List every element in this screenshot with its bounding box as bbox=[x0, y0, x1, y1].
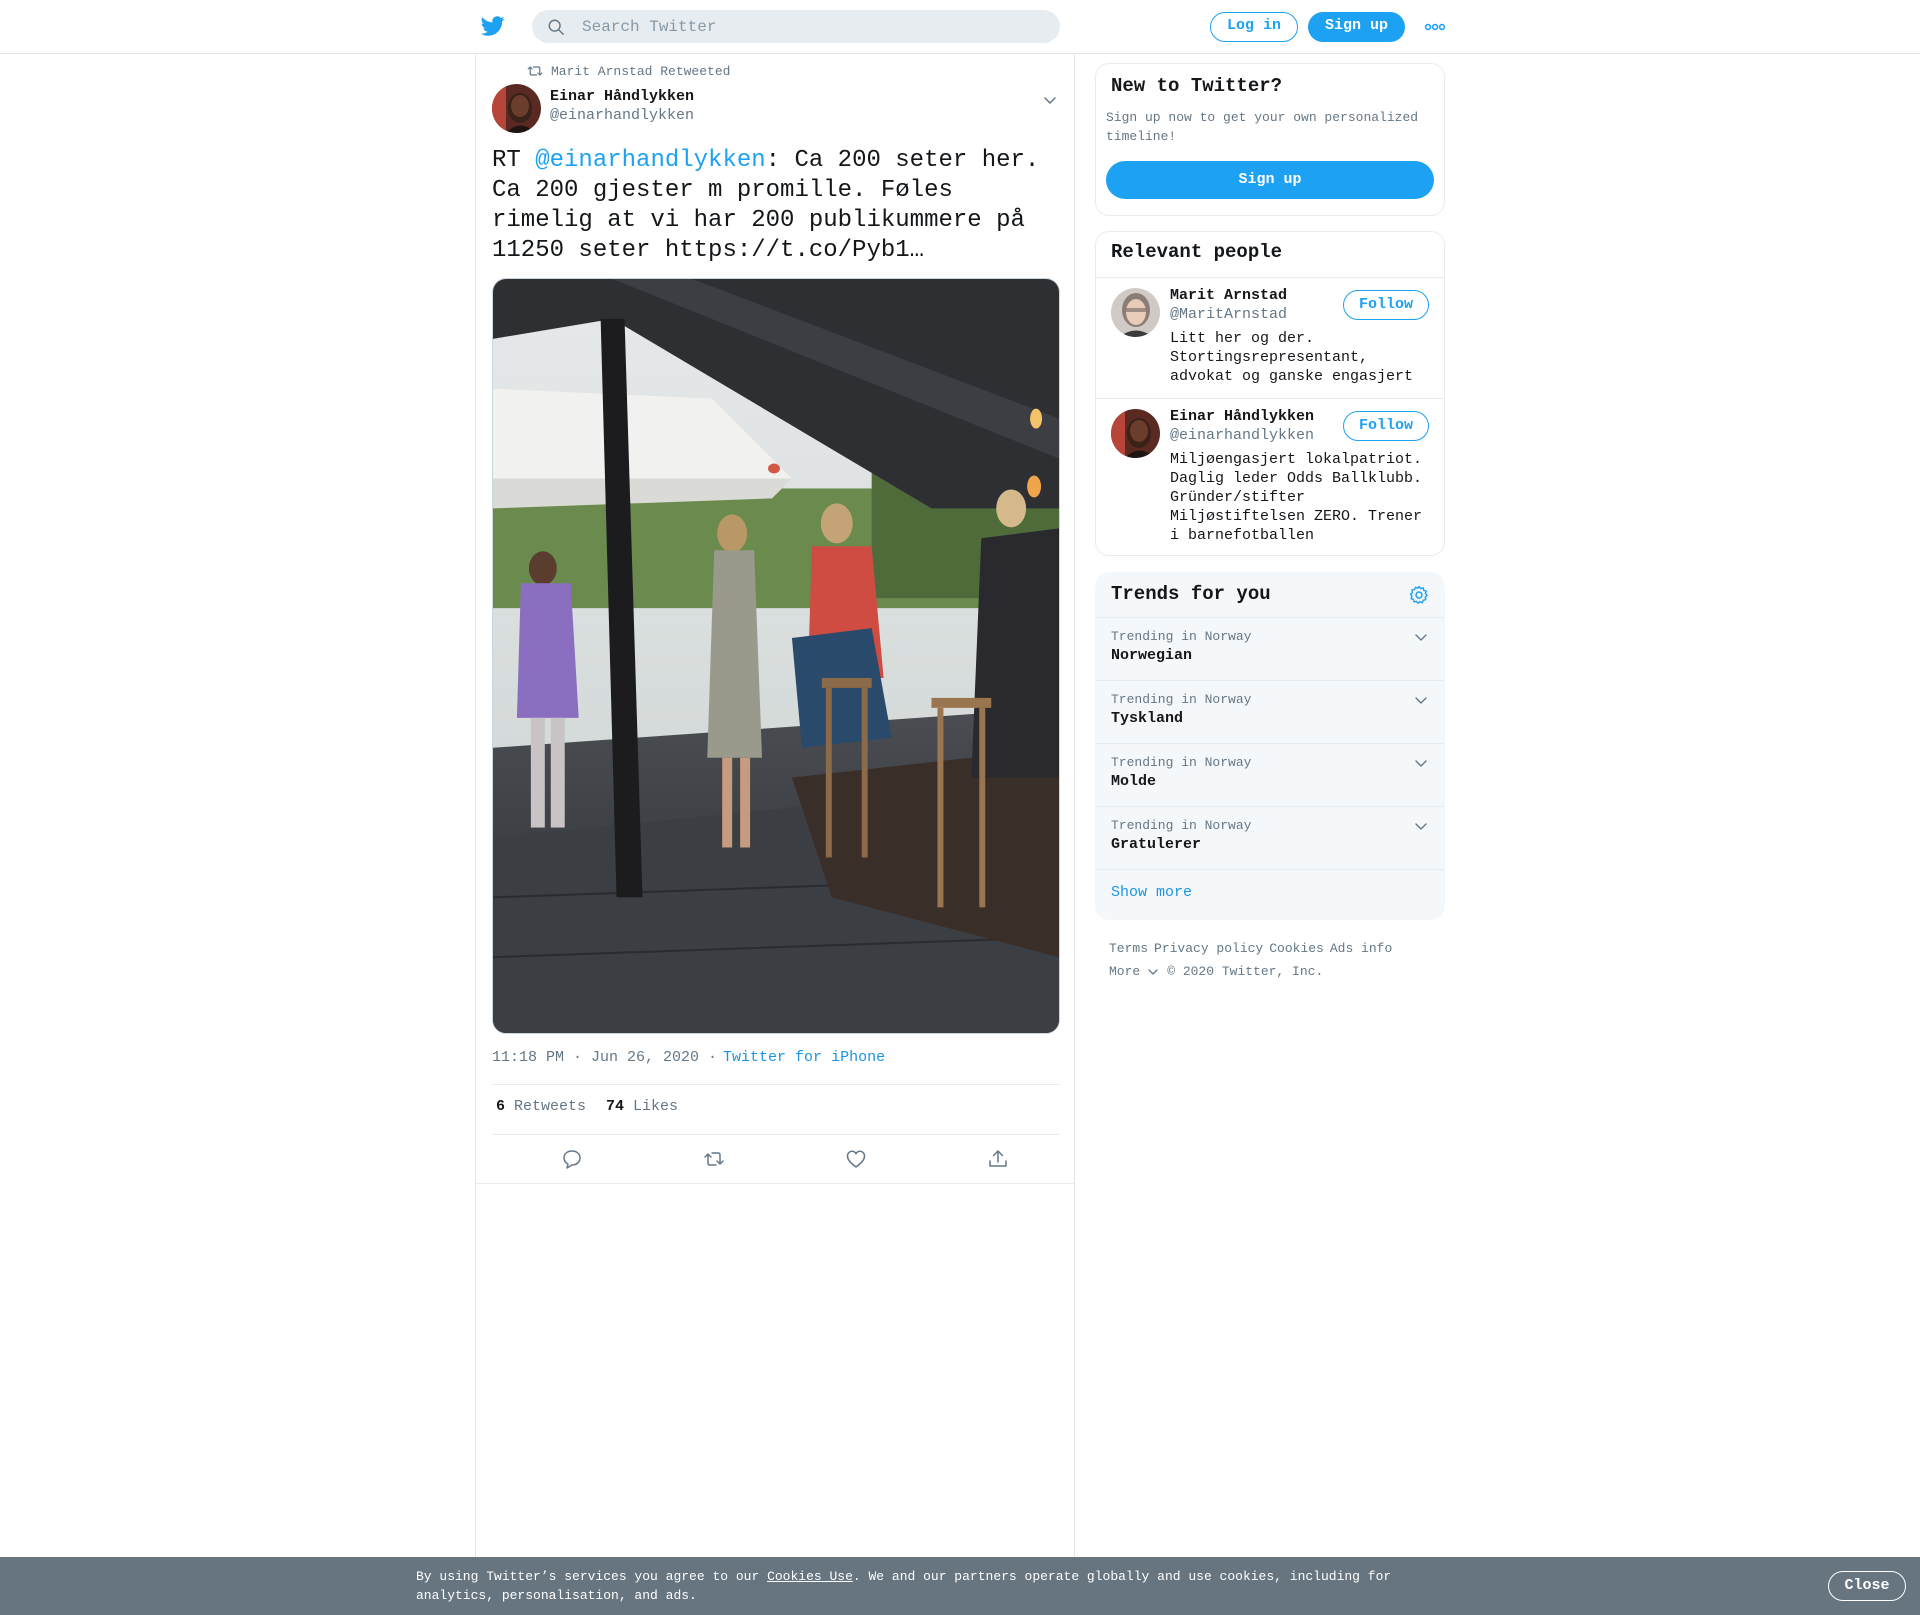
person-bio: Miljøengasjert lokalpatriot. Daglig lede… bbox=[1170, 451, 1423, 544]
cookie-text-before: By using Twitter’s services you agree to… bbox=[416, 1569, 768, 1584]
privacy-link[interactable]: Privacy policy bbox=[1154, 941, 1263, 956]
tweet-stats: 6 Retweets 74 Likes bbox=[496, 1098, 678, 1115]
search-bar[interactable] bbox=[532, 10, 1060, 43]
divider bbox=[492, 1134, 1060, 1135]
new-to-twitter-description: Sign up now to get your own personalized… bbox=[1106, 110, 1419, 144]
trend-name[interactable]: Gratulerer bbox=[1111, 836, 1201, 853]
divider bbox=[476, 1183, 1074, 1184]
footer-more-menu[interactable]: More bbox=[1109, 960, 1159, 983]
chevron-down-icon bbox=[1148, 968, 1158, 975]
copyright-text: © 2020 Twitter, Inc. bbox=[1167, 964, 1324, 979]
chevron-down-icon[interactable] bbox=[1414, 693, 1428, 707]
person-marit-arnstad[interactable]: Marit Arnstad @MaritArnstad Follow Litt … bbox=[1096, 277, 1444, 397]
trend-context: Trending in Norway bbox=[1111, 818, 1252, 833]
tweet-photo[interactable] bbox=[492, 278, 1060, 1034]
trends-header: Trends for you bbox=[1096, 573, 1444, 618]
likes-stat[interactable]: 74 Likes bbox=[606, 1098, 678, 1115]
retweets-label: Retweets bbox=[514, 1098, 587, 1115]
likes-label: Likes bbox=[633, 1098, 679, 1115]
search-input[interactable] bbox=[582, 16, 1042, 38]
search-icon bbox=[548, 19, 564, 35]
tweet-timestamp[interactable]: 11:18 PM · Jun 26, 2020 · bbox=[492, 1049, 717, 1066]
retweeted-by-label: Marit Arnstad Retweeted bbox=[551, 63, 731, 79]
new-to-twitter-title: New to Twitter? bbox=[1111, 75, 1283, 97]
trend-context: Trending in Norway bbox=[1111, 629, 1252, 644]
cookies-use-link[interactable]: Cookies Use bbox=[767, 1569, 853, 1584]
show-more-link[interactable]: Show more bbox=[1111, 884, 1192, 901]
mention-link[interactable]: @einarhandlykken bbox=[535, 147, 765, 174]
sidebar-footer: Terms Privacy policy Cookies Ads info More ©… bbox=[1109, 937, 1439, 983]
trend-name[interactable]: Tyskland bbox=[1111, 710, 1183, 727]
person-name[interactable]: Marit Arnstad bbox=[1170, 287, 1287, 304]
chevron-down-icon[interactable] bbox=[1042, 92, 1058, 108]
twitter-bird-icon[interactable] bbox=[480, 14, 506, 38]
reply-icon[interactable] bbox=[561, 1148, 583, 1170]
author-handle[interactable]: @einarhandlykken bbox=[550, 107, 694, 124]
follow-button[interactable]: Follow bbox=[1343, 411, 1429, 441]
top-navigation-bar: Log in Sign up bbox=[0, 0, 1920, 54]
person-handle[interactable]: @einarhandlykken bbox=[1170, 427, 1314, 444]
terms-link[interactable]: Terms bbox=[1109, 941, 1148, 956]
tweet-column: Marit Arnstad Retweeted Einar Håndlykken… bbox=[475, 54, 1075, 1557]
person-name[interactable]: Einar Håndlykken bbox=[1170, 408, 1314, 425]
trend-name[interactable]: Norwegian bbox=[1111, 647, 1192, 664]
retweet-context[interactable]: Marit Arnstad Retweeted bbox=[527, 63, 730, 79]
likes-count: 74 bbox=[606, 1098, 625, 1115]
cookies-link[interactable]: Cookies bbox=[1269, 941, 1324, 956]
divider bbox=[492, 1084, 1060, 1085]
trend-item[interactable]: Trending in Norway Norwegian bbox=[1096, 618, 1444, 681]
signup-button[interactable]: Sign up bbox=[1308, 12, 1405, 42]
trends-card: Trends for you Trending in Norway Norweg… bbox=[1095, 572, 1445, 920]
retweet-icon[interactable] bbox=[703, 1148, 725, 1170]
avatar[interactable] bbox=[1111, 288, 1160, 337]
chevron-down-icon[interactable] bbox=[1414, 819, 1428, 833]
new-to-twitter-card: New to Twitter? Sign up now to get your … bbox=[1095, 63, 1445, 216]
trend-item[interactable]: Trending in Norway Molde bbox=[1096, 744, 1444, 807]
trend-item[interactable]: Trending in Norway Tyskland bbox=[1096, 681, 1444, 744]
ads-info-link[interactable]: Ads info bbox=[1330, 941, 1392, 956]
trend-item[interactable]: Trending in Norway Gratulerer bbox=[1096, 807, 1444, 870]
trend-context: Trending in Norway bbox=[1111, 692, 1252, 707]
footer-more-label: More bbox=[1109, 964, 1141, 979]
tweet-text: RT @einarhandlykken: Ca 200 seter her. C… bbox=[492, 146, 1062, 266]
relevant-people-card: Relevant people Marit Arnstad @MaritArns… bbox=[1095, 231, 1445, 556]
follow-button[interactable]: Follow bbox=[1343, 290, 1429, 320]
author-name[interactable]: Einar Håndlykken bbox=[550, 88, 694, 105]
retweets-stat[interactable]: 6 Retweets bbox=[496, 1098, 586, 1115]
close-button[interactable]: Close bbox=[1828, 1571, 1906, 1601]
like-heart-icon[interactable] bbox=[845, 1148, 867, 1170]
relevant-people-title: Relevant people bbox=[1111, 241, 1283, 263]
chevron-down-icon[interactable] bbox=[1414, 756, 1428, 770]
cookie-banner: By using Twitter’s services you agree to… bbox=[0, 1557, 1920, 1615]
trend-name[interactable]: Molde bbox=[1111, 773, 1156, 790]
person-einar-handlykken[interactable]: Einar Håndlykken @einarhandlykken Follow… bbox=[1096, 398, 1444, 556]
avatar[interactable] bbox=[1111, 409, 1160, 458]
more-dots-icon[interactable] bbox=[1424, 20, 1446, 34]
author-avatar[interactable] bbox=[492, 84, 541, 133]
retweets-count: 6 bbox=[496, 1098, 506, 1115]
gear-icon[interactable] bbox=[1409, 585, 1429, 605]
retweet-small-icon bbox=[527, 66, 543, 76]
tweet-text-prefix: RT bbox=[492, 147, 536, 174]
tweet-actions bbox=[492, 1148, 1060, 1172]
trends-title: Trends for you bbox=[1111, 583, 1271, 605]
tweet-source-link[interactable]: Twitter for iPhone bbox=[723, 1049, 885, 1066]
cookie-banner-text: By using Twitter’s services you agree to… bbox=[416, 1567, 1416, 1605]
person-handle[interactable]: @MaritArnstad bbox=[1170, 306, 1287, 323]
share-icon[interactable] bbox=[987, 1148, 1009, 1170]
trend-context: Trending in Norway bbox=[1111, 755, 1252, 770]
login-button[interactable]: Log in bbox=[1210, 12, 1298, 42]
tweet-meta: 11:18 PM · Jun 26, 2020 · Twitter for iP… bbox=[492, 1049, 885, 1066]
sidebar-signup-button[interactable]: Sign up bbox=[1106, 161, 1434, 199]
person-bio: Litt her og der. Stortingsrepresentant, … bbox=[1170, 330, 1414, 385]
chevron-down-icon[interactable] bbox=[1414, 630, 1428, 644]
